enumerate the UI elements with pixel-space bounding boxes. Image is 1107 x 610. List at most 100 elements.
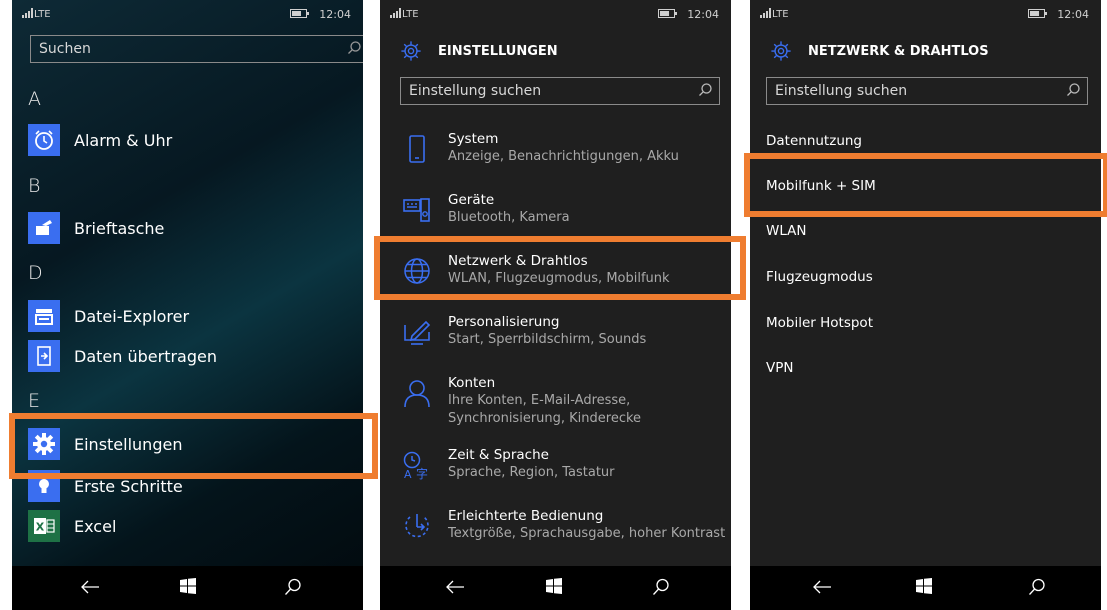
signal-icon (22, 8, 33, 18)
status-bar: LTE 12:04 (750, 0, 1101, 26)
phone-icon (409, 135, 425, 163)
item-title: Zeit & Sprache (448, 447, 549, 463)
windows-icon[interactable] (546, 578, 562, 594)
file-explorer-icon (28, 300, 60, 332)
highlight-cellular-sim-item (744, 153, 1107, 217)
highlight-settings-app (9, 413, 378, 479)
app-label: Erste Schritte (74, 476, 183, 496)
item-subtitle: Anzeige, Benachrichtigungen, Akku (448, 149, 679, 164)
item-subtitle: Sprache, Region, Tastatur (448, 465, 615, 480)
search-icon[interactable] (346, 40, 362, 56)
battery-icon (1028, 9, 1047, 18)
search-icon[interactable] (652, 578, 670, 596)
item-subtitle: Textgröße, Sprachausgabe, hoher Kontrast (448, 526, 726, 541)
item-title: Konten (448, 375, 496, 391)
app-transfer-data[interactable]: Daten übertragen (28, 340, 217, 372)
devices-icon (403, 198, 430, 222)
page-title: EINSTELLUNGEN (438, 43, 558, 59)
app-list-screen: LTE 12:04 Suchen A Alarm & Uhr B Briefta… (12, 0, 363, 610)
navigation-bar (12, 566, 363, 610)
page-header: NETZWERK & DRAHTLOS (770, 40, 989, 62)
settings-item-devices[interactable]: Geräte Bluetooth, Kamera (402, 191, 570, 227)
network-item-data-usage[interactable]: Datennutzung (766, 133, 862, 149)
windows-icon[interactable] (180, 578, 196, 594)
item-title: System (448, 131, 499, 147)
gear-icon (771, 41, 791, 61)
app-wallet[interactable]: Brieftasche (28, 212, 164, 244)
section-letter-e[interactable]: E (28, 390, 40, 412)
personalize-icon (404, 320, 431, 345)
wallet-icon (28, 212, 60, 244)
svg-text:字: 字 (416, 466, 428, 480)
transfer-data-icon (28, 340, 60, 372)
search-placeholder: Einstellung suchen (409, 83, 542, 99)
battery-icon (290, 9, 309, 18)
clock: 12:04 (319, 8, 351, 21)
svg-text:X: X (36, 521, 45, 534)
signal-icon (390, 8, 401, 18)
search-placeholder: Suchen (39, 41, 91, 57)
settings-screen: LTE 12:04 EINSTELLUNGEN Einstellung such… (380, 0, 731, 610)
status-bar: LTE 12:04 (380, 0, 731, 26)
item-subtitle-line2: Synchronisierung, Kinderecke (448, 411, 642, 426)
clock: 12:04 (687, 8, 719, 21)
windows-icon[interactable] (916, 578, 932, 594)
time-language-icon: A字 (403, 451, 428, 480)
section-letter-d[interactable]: D (28, 262, 43, 284)
settings-item-ease-of-access[interactable]: Erleichterte Bedienung Textgröße, Spracha… (402, 507, 725, 543)
app-label: Daten übertragen (74, 346, 217, 366)
section-letter-b[interactable]: B (28, 175, 40, 197)
network-item-airplane-mode[interactable]: Flugzeugmodus (766, 269, 873, 285)
app-alarm-clock[interactable]: Alarm & Uhr (28, 124, 172, 156)
person-icon (404, 380, 430, 408)
battery-icon (658, 9, 677, 18)
item-subtitle: Ihre Konten, E-Mail-Adresse, (448, 393, 631, 408)
ease-of-access-icon (405, 514, 429, 538)
navigation-bar (750, 566, 1101, 610)
settings-item-personalization[interactable]: Personalisierung Start, Sperrbildschirm, … (402, 313, 646, 349)
item-title: Erleichterte Bedienung (448, 508, 604, 524)
app-excel[interactable]: X Excel (28, 510, 116, 542)
settings-item-accounts[interactable]: Konten Ihre Konten, E-Mail-Adresse, Synchr… (402, 374, 641, 428)
app-file-explorer[interactable]: Datei-Explorer (28, 300, 189, 332)
app-label: Alarm & Uhr (74, 130, 173, 150)
excel-icon: X (28, 510, 60, 542)
network-type: LTE (402, 9, 419, 20)
status-bar: LTE 12:04 (12, 0, 363, 26)
search-icon[interactable] (284, 578, 302, 596)
item-subtitle: Start, Sperrbildschirm, Sounds (448, 332, 647, 347)
settings-search-input[interactable]: Einstellung suchen (766, 77, 1088, 105)
search-icon[interactable] (1065, 82, 1081, 98)
network-screen: LTE 12:04 NETZWERK & DRAHTLOS Einstellun… (750, 0, 1101, 610)
back-arrow-icon[interactable] (445, 578, 465, 596)
app-label: Excel (74, 516, 117, 536)
back-arrow-icon[interactable] (80, 578, 100, 596)
page-header: EINSTELLUNGEN (400, 40, 558, 62)
settings-item-time-language[interactable]: A字 Zeit & Sprache Sprache, Region, Tastat… (402, 446, 615, 482)
settings-search-input[interactable]: Einstellung suchen (400, 77, 720, 105)
section-letter-a[interactable]: A (28, 88, 41, 110)
network-type: LTE (772, 9, 789, 20)
search-icon[interactable] (1028, 578, 1046, 596)
item-title: Personalisierung (448, 314, 560, 330)
network-item-wlan[interactable]: WLAN (766, 223, 807, 239)
signal-icon (760, 8, 771, 18)
search-icon[interactable] (697, 82, 713, 98)
app-label: Datei-Explorer (74, 306, 190, 326)
page-title: NETZWERK & DRAHTLOS (808, 43, 989, 59)
network-item-vpn[interactable]: VPN (766, 360, 793, 376)
back-arrow-icon[interactable] (812, 578, 832, 596)
alarm-clock-icon (28, 124, 60, 156)
network-item-mobile-hotspot[interactable]: Mobiler Hotspot (766, 315, 873, 331)
gear-icon (401, 41, 421, 61)
search-placeholder: Einstellung suchen (775, 83, 908, 99)
app-label: Brieftasche (74, 218, 165, 238)
clock: 12:04 (1057, 8, 1089, 21)
highlight-network-item (374, 236, 746, 300)
item-title: Geräte (448, 192, 495, 208)
navigation-bar (380, 566, 731, 610)
svg-text:A: A (404, 468, 412, 480)
network-type: LTE (34, 9, 51, 20)
app-search-input[interactable]: Suchen (30, 35, 363, 63)
settings-item-system[interactable]: System Anzeige, Benachrichtigungen, Akku (402, 130, 679, 166)
